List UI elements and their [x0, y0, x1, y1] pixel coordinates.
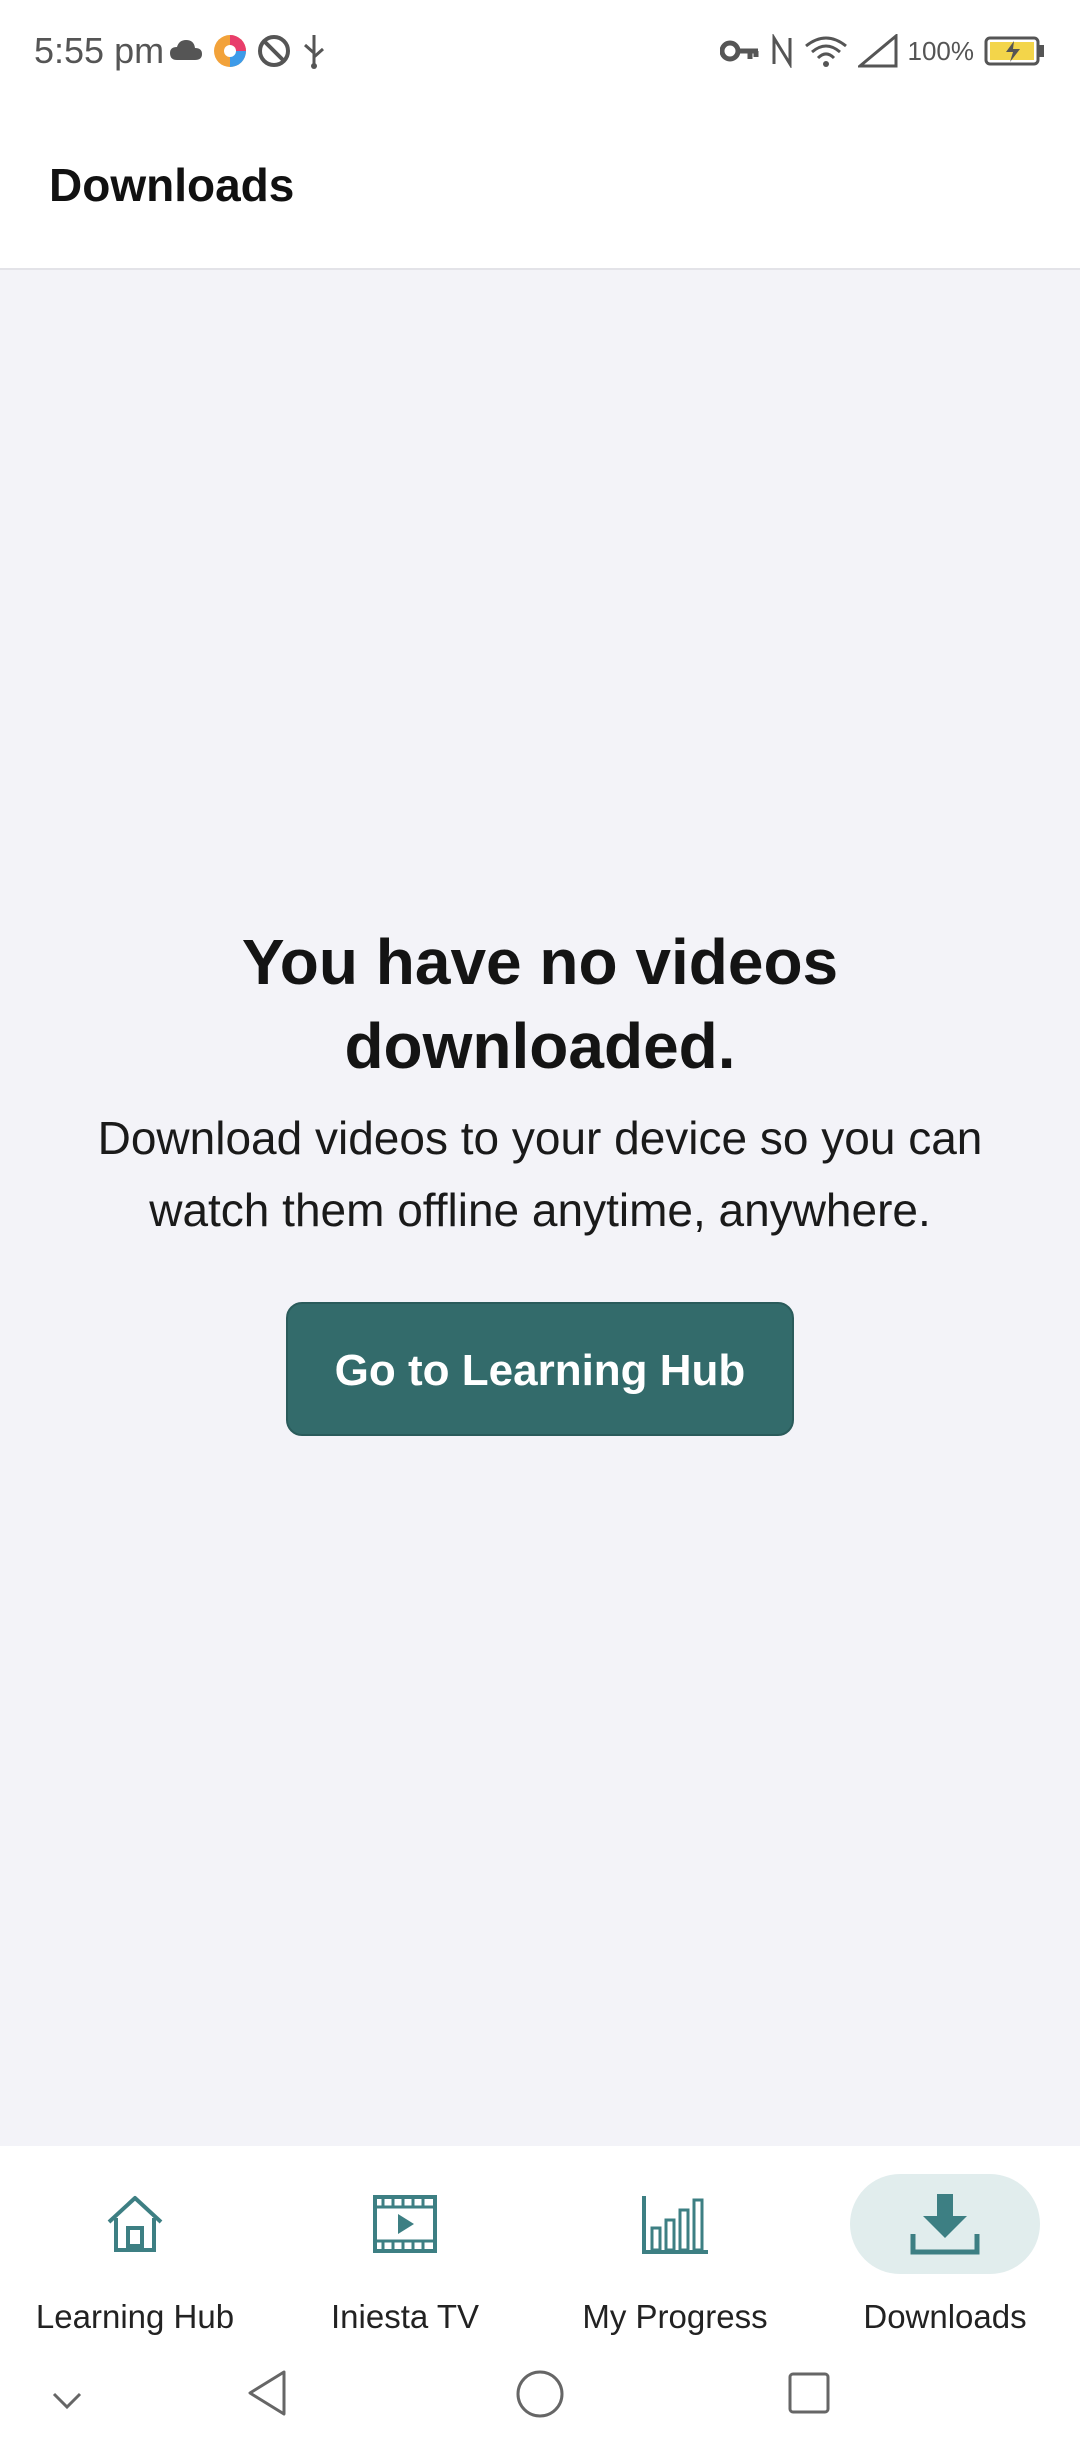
app-icon: [214, 35, 246, 67]
nav-icon-container: [40, 2174, 230, 2274]
empty-state-title: You have no videos downloaded.: [241, 926, 839, 1082]
bottom-nav: Learning Hub Iniesta TV My Progress Down…: [0, 2146, 1080, 2346]
status-time: 5:55 pm: [34, 30, 165, 71]
recents-icon[interactable]: [786, 2370, 832, 2416]
signal-icon: [857, 34, 897, 68]
nav-label-my-progress: My Progress: [582, 2298, 768, 2335]
status-right-icons: 100%: [719, 28, 1047, 74]
status-bar: 5:55 pm 100%: [0, 0, 1080, 100]
home-circle-icon[interactable]: [514, 2368, 566, 2420]
nav-item-my-progress[interactable]: My Progress: [540, 2146, 810, 2346]
nav-icon-container: [310, 2174, 500, 2274]
battery-percent: 100%: [907, 35, 975, 66]
at-icon: [258, 35, 290, 67]
nav-item-learning-hub[interactable]: Learning Hub: [0, 2146, 270, 2346]
empty-state-description: Download videos to your device so you ca…: [97, 1112, 983, 1236]
battery-charging-icon: [984, 36, 1044, 66]
app-bar: Downloads: [0, 100, 1080, 270]
usb-icon: [304, 35, 324, 69]
system-nav-bar: [0, 2346, 1080, 2460]
page-title: Downloads: [49, 159, 295, 211]
empty-state: You have no videos downloaded. Download …: [0, 920, 1080, 1436]
status-left-icons: [168, 28, 328, 74]
nav-label-iniesta-tv: Iniesta TV: [331, 2298, 479, 2335]
download-icon: [910, 2194, 980, 2255]
bar-chart-icon: [642, 2196, 708, 2254]
chevron-down-icon[interactable]: [50, 2390, 84, 2412]
nav-icon-container-active: [850, 2174, 1040, 2274]
back-icon[interactable]: [244, 2368, 288, 2418]
nav-icon-container: [580, 2174, 770, 2274]
go-to-learning-hub-button[interactable]: Go to Learning Hub: [286, 1302, 794, 1436]
video-icon: [373, 2195, 437, 2253]
wifi-icon: [804, 36, 847, 67]
nav-label-downloads: Downloads: [863, 2298, 1027, 2335]
nfc-icon: [772, 34, 791, 68]
nav-item-iniesta-tv[interactable]: Iniesta TV: [270, 2146, 540, 2346]
key-icon: [719, 40, 758, 62]
nav-label-learning-hub: Learning Hub: [35, 2298, 235, 2335]
cloud-icon: [170, 40, 202, 60]
nav-item-downloads[interactable]: Downloads: [810, 2146, 1080, 2346]
home-icon: [107, 2196, 163, 2252]
